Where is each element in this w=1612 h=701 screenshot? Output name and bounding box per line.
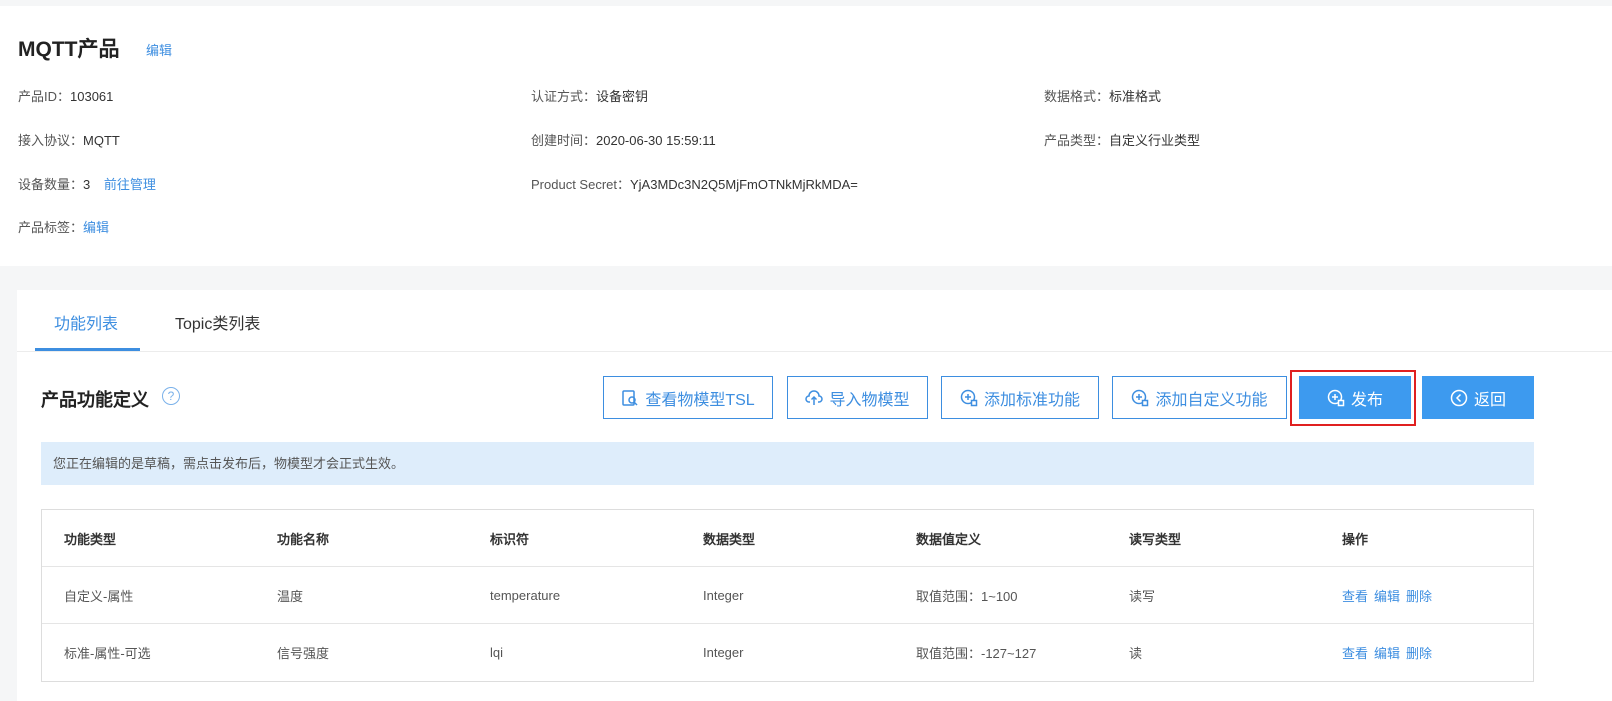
cell-data-type: Integer <box>703 587 744 603</box>
column-header: 功能类型 <box>64 531 117 547</box>
info-protocol: 接入协议：MQTT <box>18 133 120 148</box>
cell-value-definition: 取值范围：-127~127 <box>916 646 1037 661</box>
cell-identifier: temperature <box>490 587 561 603</box>
cell-identifier: lqi <box>490 645 504 660</box>
function-panel: 功能列表 Topic类列表 产品功能定义 ? 查看物模型TSL 导入物模型 添加… <box>17 290 1612 701</box>
table-row: 标准-属性-可选 信号强度 lqi Integer 取值范围：-127~127 … <box>42 624 1533 681</box>
edit-link[interactable]: 编辑 <box>1374 646 1400 661</box>
cell-function-type: 自定义-属性 <box>64 588 134 604</box>
info-data-format: 数据格式：标准格式 <box>1044 89 1162 104</box>
info-product-id: 产品ID：103061 <box>18 89 114 104</box>
info-product-type: 产品类型：自定义行业类型 <box>1044 133 1201 148</box>
product-title: MQTT产品 <box>18 38 120 61</box>
column-header: 标识符 <box>490 531 530 547</box>
cell-data-type: Integer <box>703 645 744 660</box>
column-header: 功能名称 <box>277 531 330 547</box>
cell-function-name: 温度 <box>277 588 304 604</box>
column-header: 数据值定义 <box>916 531 982 547</box>
cell-rw-type: 读写 <box>1129 588 1156 604</box>
tab-topic-list[interactable]: Topic类列表 <box>175 310 260 334</box>
draft-notice: 您正在编辑的是草稿，需点击发布后，物模型才会正式生效。 <box>41 442 1534 485</box>
edit-link[interactable]: 编辑 <box>1374 589 1400 604</box>
edit-tags-link[interactable]: 编辑 <box>83 220 109 235</box>
column-header: 读写类型 <box>1129 531 1182 547</box>
help-icon[interactable]: ? <box>162 387 180 405</box>
view-tsl-button[interactable]: 查看物模型TSL <box>603 376 773 419</box>
column-header: 数据类型 <box>703 531 756 547</box>
view-link[interactable]: 查看 <box>1342 589 1368 604</box>
info-product-secret: Product Secret：YjA3MDc3N2Q5MjFmOTNkMjRkM… <box>531 177 858 192</box>
tab-function-list[interactable]: 功能列表 <box>54 310 118 334</box>
info-product-tags: 产品标签：编辑 <box>18 220 110 235</box>
view-link[interactable]: 查看 <box>1342 646 1368 661</box>
back-arrow-icon <box>1450 389 1468 406</box>
cell-actions: 查看 编辑 删除 <box>1320 586 1533 605</box>
back-button[interactable]: 返回 <box>1422 376 1534 419</box>
edit-product-link[interactable]: 编辑 <box>146 40 172 59</box>
add-circle-icon <box>960 389 978 406</box>
add-standard-function-button[interactable]: 添加标准功能 <box>941 376 1099 419</box>
table-header-row: 功能类型 功能名称 标识符 数据类型 数据值定义 读写类型 操作 <box>42 510 1533 567</box>
cell-function-type: 标准-属性-可选 <box>64 646 151 661</box>
cell-rw-type: 读 <box>1129 646 1143 661</box>
delete-link[interactable]: 删除 <box>1406 646 1432 661</box>
info-device-count: 设备数量：3 前往管理 <box>18 177 156 192</box>
section-title: 产品功能定义 <box>41 390 149 410</box>
add-circle-icon <box>1132 389 1149 406</box>
tab-bar: 功能列表 Topic类列表 <box>17 290 1612 352</box>
active-tab-indicator <box>35 348 140 351</box>
cell-actions: 查看 编辑 删除 <box>1320 643 1533 662</box>
delete-link[interactable]: 删除 <box>1406 589 1432 604</box>
cell-value-definition: 取值范围：1~100 <box>916 588 1018 604</box>
info-auth-method: 认证方式：设备密钥 <box>531 89 649 104</box>
table-row: 自定义-属性 温度 temperature Integer 取值范围：1~100… <box>42 567 1533 624</box>
add-custom-function-button[interactable]: 添加自定义功能 <box>1112 376 1287 419</box>
info-created-time: 创建时间：2020-06-30 15:59:11 <box>531 133 716 148</box>
cloud-upload-icon <box>805 389 824 405</box>
product-info-panel: MQTT产品 编辑 产品ID：103061 认证方式：设备密钥 数据格式：标准格… <box>0 6 1612 266</box>
manage-devices-link[interactable]: 前往管理 <box>104 177 156 192</box>
publish-highlight-box <box>1290 370 1416 426</box>
document-search-icon <box>622 389 638 406</box>
column-header: 操作 <box>1342 531 1369 547</box>
function-table: 功能类型 功能名称 标识符 数据类型 数据值定义 读写类型 操作 自定义-属性 … <box>41 509 1534 682</box>
cell-function-name: 信号强度 <box>277 646 330 661</box>
import-model-button[interactable]: 导入物模型 <box>787 376 928 419</box>
